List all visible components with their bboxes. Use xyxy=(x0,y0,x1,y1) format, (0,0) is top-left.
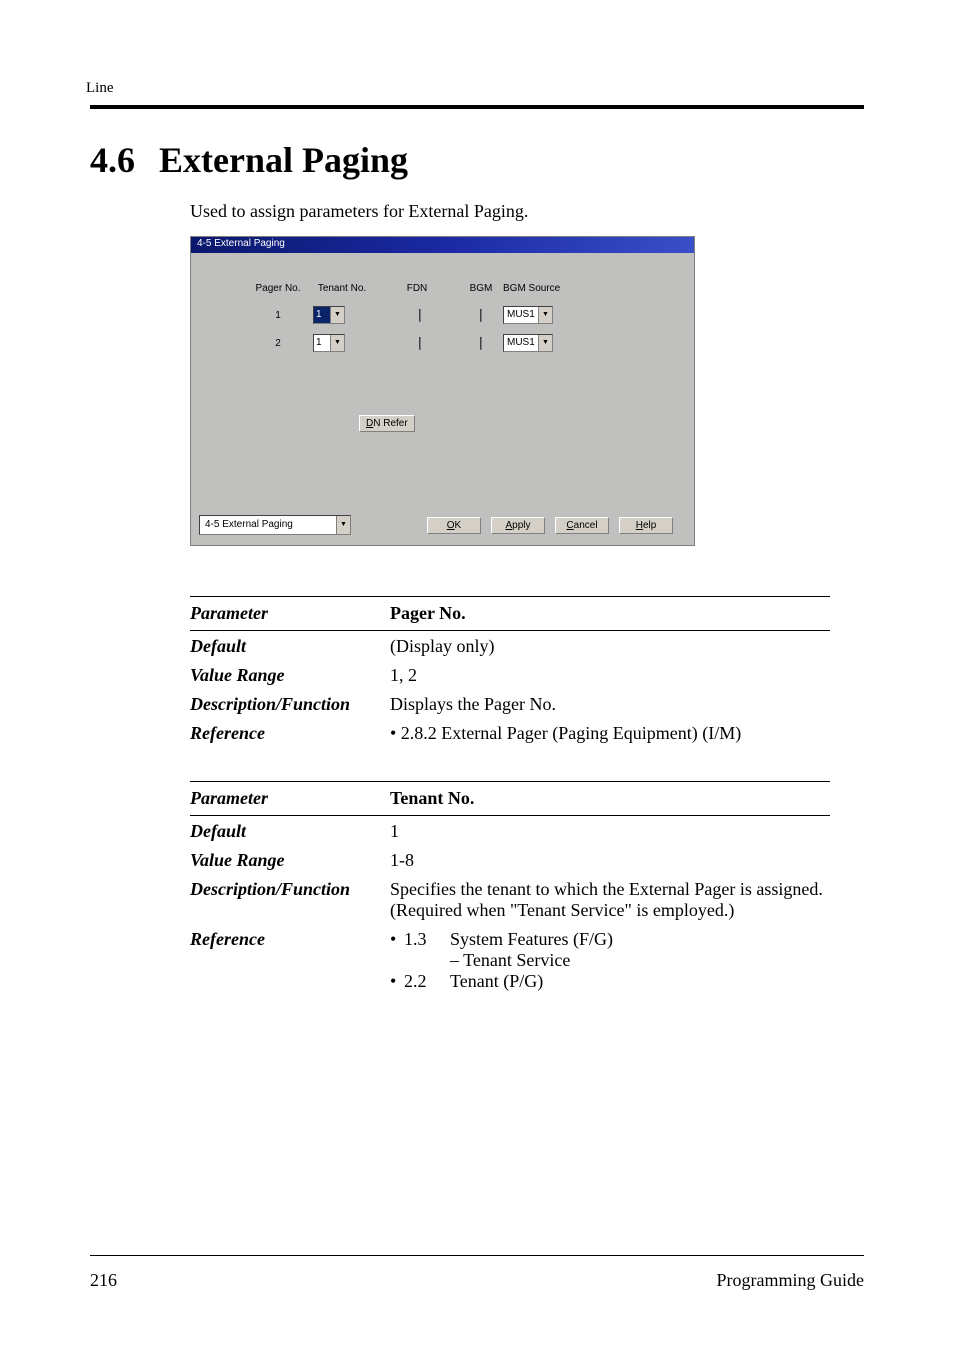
bgm-source-value: MUS1 xyxy=(504,307,538,323)
bgm-checkbox[interactable] xyxy=(480,337,482,350)
pager-no-cell: 2 xyxy=(243,338,313,349)
param-value: Specifies the tenant to which the Extern… xyxy=(390,879,830,921)
footer-rule xyxy=(90,1255,864,1256)
page-footer: 216 Programming Guide xyxy=(90,1255,864,1291)
param-label: Reference xyxy=(190,929,390,950)
section-intro: Used to assign parameters for External P… xyxy=(190,201,864,222)
param-label: Value Range xyxy=(190,850,390,871)
param-value: 1, 2 xyxy=(390,665,830,686)
dn-refer-button[interactable]: DN Refer xyxy=(359,415,415,432)
window-titlebar: 4-5 External Paging xyxy=(191,237,694,253)
section-number: 4.6 xyxy=(90,140,135,180)
param-value: • 2.8.2 External Pager (Paging Equipment… xyxy=(390,723,830,744)
param-header-value: Pager No. xyxy=(390,603,830,624)
param-header-value: Tenant No. xyxy=(390,788,830,809)
tenant-no-select[interactable]: 1 ▼ xyxy=(313,306,345,324)
chevron-down-icon: ▼ xyxy=(330,307,344,323)
window-footer: 4-5 External Paging ▼ OK Apply Cancel He… xyxy=(199,513,686,537)
param-label: Description/Function xyxy=(190,694,390,715)
apply-button[interactable]: Apply xyxy=(491,517,545,534)
tenant-no-select[interactable]: 1 ▼ xyxy=(313,334,345,352)
param-value: (Display only) xyxy=(390,636,830,657)
header-bgm: BGM xyxy=(459,283,503,294)
fdn-input[interactable] xyxy=(419,337,421,350)
section-title-text: External Paging xyxy=(159,140,408,180)
running-head: Line xyxy=(86,80,864,97)
param-value: Displays the Pager No. xyxy=(390,694,830,715)
param-label: Value Range xyxy=(190,665,390,686)
header-fdn: FDN xyxy=(375,283,459,294)
param-header-label: Parameter xyxy=(190,788,390,809)
parameter-table-pager-no: Parameter Pager No. Default(Display only… xyxy=(190,596,830,747)
tenant-no-value: 1 xyxy=(314,307,330,323)
param-value: •1.3System Features (F/G) – Tenant Servi… xyxy=(390,929,830,992)
tenant-no-value: 1 xyxy=(314,335,330,351)
page-number: 216 xyxy=(90,1270,117,1291)
cancel-button[interactable]: Cancel xyxy=(555,517,609,534)
param-label: Default xyxy=(190,821,390,842)
chevron-down-icon: ▼ xyxy=(336,516,350,534)
table-row: 2 1 ▼ MUS1 ▼ xyxy=(243,334,676,352)
section-title: 4.6 External Paging xyxy=(90,139,864,181)
current-screen-select[interactable]: 4-5 External Paging ▼ xyxy=(199,515,351,535)
chevron-down-icon: ▼ xyxy=(538,335,552,351)
window-body: Pager No. Tenant No. FDN BGM BGM Source … xyxy=(191,255,694,503)
chevron-down-icon: ▼ xyxy=(330,335,344,351)
table-headers: Pager No. Tenant No. FDN BGM BGM Source xyxy=(243,283,676,294)
doc-title: Programming Guide xyxy=(717,1270,864,1291)
param-header-label: Parameter xyxy=(190,603,390,624)
bgm-source-select[interactable]: MUS1 ▼ xyxy=(503,334,553,352)
param-value: 1 xyxy=(390,821,830,842)
param-label: Default xyxy=(190,636,390,657)
external-paging-window: 4-5 External Paging Pager No. Tenant No.… xyxy=(190,236,695,546)
ok-button[interactable]: OK xyxy=(427,517,481,534)
header-bgm-source: BGM Source xyxy=(503,283,593,294)
help-button[interactable]: Help xyxy=(619,517,673,534)
param-label: Description/Function xyxy=(190,879,390,900)
header-rule xyxy=(90,105,864,109)
param-value: 1-8 xyxy=(390,850,830,871)
header-tenant-no: Tenant No. xyxy=(303,283,381,294)
current-screen-value: 4-5 External Paging xyxy=(200,516,336,534)
table-row: 1 1 ▼ MUS1 ▼ xyxy=(243,306,676,324)
chevron-down-icon: ▼ xyxy=(538,307,552,323)
pager-no-cell: 1 xyxy=(243,310,313,321)
bgm-checkbox[interactable] xyxy=(480,309,482,322)
fdn-input[interactable] xyxy=(419,309,421,322)
bgm-source-value: MUS1 xyxy=(504,335,538,351)
bgm-source-select[interactable]: MUS1 ▼ xyxy=(503,306,553,324)
param-label: Reference xyxy=(190,723,390,744)
parameter-table-tenant-no: Parameter Tenant No. Default1 Value Rang… xyxy=(190,781,830,995)
